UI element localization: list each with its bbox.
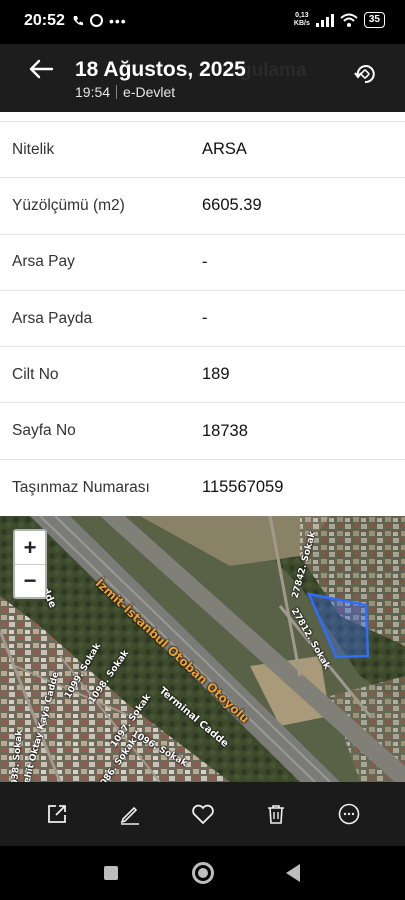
delete-button[interactable]: [254, 792, 298, 836]
back-arrow-icon[interactable]: [26, 54, 56, 84]
edit-button[interactable]: [108, 792, 152, 836]
row-divider: [0, 112, 405, 122]
favorite-button[interactable]: [181, 792, 225, 836]
home-icon[interactable]: [192, 862, 214, 884]
oktay-label: Şehit Oktay Kaya Cadde: [20, 670, 62, 782]
favorite-icon: [191, 804, 214, 825]
header-subtitle: 19:54 e-Devlet: [75, 84, 175, 100]
sokak-1038-label: 1038. Sokak: [9, 729, 25, 782]
edit-icon: [120, 806, 139, 825]
detail-label: Arsa Pay: [12, 253, 75, 271]
delete-icon: [267, 805, 284, 824]
status-bar: 20:52 ••• 0,13 KB/s 35: [0, 0, 405, 44]
detail-row: Cilt No 189: [0, 347, 405, 404]
divider: [116, 85, 118, 99]
recents-icon[interactable]: [104, 866, 118, 880]
detail-row: Arsa Payda -: [0, 291, 405, 348]
detail-label: Yüzölçümü (m2): [12, 196, 125, 214]
detail-value: 189: [202, 365, 230, 384]
zoom-in-button[interactable]: +: [15, 531, 45, 564]
detail-row: Nitelik ARSA: [0, 122, 405, 179]
page-title: 18 Ağustos, 2025: [75, 58, 246, 81]
detail-label: Cilt No: [12, 365, 59, 383]
system-nav-bar: [0, 846, 405, 900]
map-labels: İzmit-İstanbul Otoban Otoyolu Terminal C…: [0, 516, 405, 782]
header: gulama 18 Ağustos, 2025 19:54 e-Devlet: [0, 44, 405, 112]
sokak-27842-label: 27842. Sokak: [290, 530, 318, 600]
share-icon: [47, 805, 66, 823]
phone-icon: [73, 15, 83, 25]
detail-value: 18738: [202, 421, 248, 440]
share-button[interactable]: [35, 792, 79, 836]
detail-row: Sayfa No 18738: [0, 403, 405, 460]
sokak-1096-label: 1096. Sokak: [129, 729, 189, 769]
detail-value: -: [202, 252, 208, 271]
background-title: gulama: [240, 60, 307, 81]
more-icon: [338, 803, 359, 825]
detail-row: Yüzölçümü (m2) 6605.39: [0, 178, 405, 235]
detail-label: Arsa Payda: [12, 309, 93, 327]
detail-label: Taşınmaz Numarası: [12, 478, 150, 496]
detail-label: Sayfa No: [12, 422, 76, 440]
status-right: 0,13 KB/s 35: [294, 12, 385, 28]
network-speed: 0,13 KB/s: [294, 12, 310, 28]
battery-icon: 35: [363, 12, 385, 28]
parcel-map[interactable]: İzmit-İstanbul Otoban Otoyolu Terminal C…: [0, 516, 405, 782]
detail-value: -: [202, 309, 208, 328]
action-bar: [0, 782, 405, 846]
rotate-icon[interactable]: [353, 62, 377, 86]
detail-row: Taşınmaz Numarası 115567059: [0, 460, 405, 516]
network-speed-unit: KB/s: [293, 20, 310, 27]
zoom-out-button[interactable]: −: [15, 564, 45, 597]
more-notifications-icon: •••: [109, 12, 127, 29]
network-speed-value: 0,13: [295, 12, 309, 19]
status-time: 20:52: [24, 12, 65, 29]
detail-row: Arsa Pay -: [0, 235, 405, 291]
header-source: e-Devlet: [123, 84, 176, 100]
detail-value: 115567059: [202, 478, 284, 497]
wifi-icon: [340, 13, 358, 27]
sokak-27812-label: 27812. Sokak: [288, 606, 332, 672]
more-button[interactable]: [327, 792, 371, 836]
notification-icons: •••: [72, 12, 127, 29]
zoom-control: + −: [13, 529, 47, 599]
detail-value: 6605.39: [202, 196, 262, 215]
header-time: 19:54: [75, 84, 111, 100]
chrome-icon: [90, 14, 103, 27]
detail-label: Nitelik: [12, 140, 55, 158]
back-triangle-icon[interactable]: [286, 864, 300, 882]
signal-icon: [315, 13, 334, 27]
property-details: Nitelik ARSA Yüzölçümü (m2) 6605.39 Arsa…: [0, 112, 405, 516]
detail-value: ARSA: [202, 140, 247, 159]
